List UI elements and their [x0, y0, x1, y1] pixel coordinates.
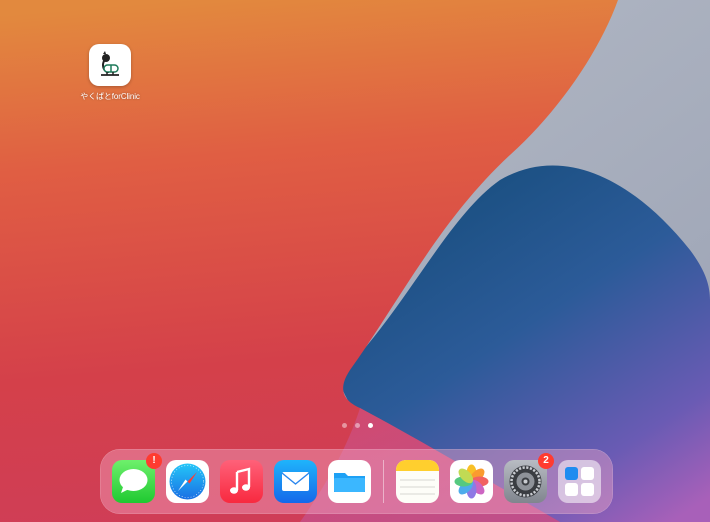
- dock-app-photos[interactable]: [450, 460, 493, 503]
- folder-camera-icon: [565, 483, 578, 496]
- folder-findmy-icon: [581, 483, 594, 496]
- dock-app-files[interactable]: [328, 460, 371, 503]
- home-app-yakubato[interactable]: やくばとforClinic: [74, 44, 146, 102]
- home-app-label: やくばとforClinic: [80, 92, 140, 101]
- notes-icon: [396, 460, 439, 503]
- page-dot-1[interactable]: [342, 423, 347, 428]
- files-icon: [328, 460, 371, 503]
- dock-app-notes[interactable]: [396, 460, 439, 503]
- dock-app-music[interactable]: [220, 460, 263, 503]
- page-dot-3[interactable]: [368, 423, 373, 428]
- safari-icon: [166, 460, 209, 503]
- music-icon: [220, 460, 263, 503]
- dock-app-settings[interactable]: 2: [504, 453, 554, 503]
- dock: ! 2: [100, 449, 613, 514]
- yakubato-icon: [89, 44, 131, 86]
- settings-badge: 2: [538, 453, 554, 469]
- dock-app-safari[interactable]: [166, 460, 209, 503]
- folder-calculator-icon: [581, 467, 594, 480]
- dock-app-mail[interactable]: [274, 460, 317, 503]
- dock-app-library[interactable]: [558, 460, 601, 503]
- folder-mail-icon: [565, 467, 578, 480]
- dock-divider: [383, 460, 384, 503]
- page-dot-2[interactable]: [355, 423, 360, 428]
- mail-icon: [274, 460, 317, 503]
- dock-app-messages[interactable]: !: [112, 453, 162, 503]
- page-indicator[interactable]: [342, 423, 373, 428]
- messages-badge: !: [146, 453, 162, 469]
- photos-icon: [450, 460, 493, 503]
